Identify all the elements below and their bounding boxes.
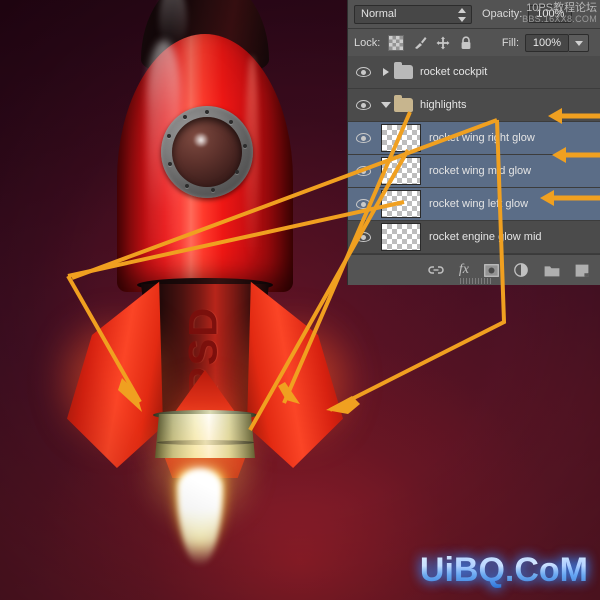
lock-all-icon[interactable]: [459, 36, 473, 50]
blend-mode-spinner-icon[interactable]: [458, 7, 467, 22]
eye-icon: [355, 133, 371, 143]
eye-icon: [355, 232, 371, 242]
layer-thumbnail[interactable]: [381, 157, 421, 185]
lock-label: Lock:: [354, 37, 381, 49]
chevron-down-icon: [381, 102, 391, 108]
layer-name: highlights: [420, 99, 467, 111]
blend-mode-value: Normal: [361, 8, 397, 20]
layer-visibility-toggle[interactable]: [348, 133, 378, 143]
layer-visibility-toggle[interactable]: [348, 100, 378, 110]
layer-row-highlights[interactable]: highlights: [348, 89, 600, 122]
layer-list: rocket cockpit highlights rocket wing ri…: [348, 56, 600, 254]
layer-row-rocket-cockpit[interactable]: rocket cockpit: [348, 56, 600, 89]
fill-input[interactable]: 100%: [525, 34, 569, 52]
new-layer-icon[interactable]: [575, 264, 589, 277]
panel-watermark: 10PS教程论坛 BBS.16XX8.COM: [505, 3, 597, 25]
layer-name: rocket wing left glow: [429, 198, 529, 210]
layer-style-fx-icon[interactable]: fx: [459, 262, 469, 278]
fill-label: Fill:: [501, 37, 519, 49]
new-group-icon[interactable]: [544, 264, 560, 277]
screenshot-root: PSD UiBQ.CoM UiBQ.CoM Normal: [0, 0, 600, 600]
layer-name: rocket wing right glow: [429, 132, 535, 144]
lock-fill-row: Lock: Fill: 100%: [348, 29, 600, 58]
layer-row-rocket-engine-glow-mid[interactable]: rocket engine glow mid: [348, 221, 600, 254]
layer-visibility-toggle[interactable]: [348, 199, 378, 209]
fill-control: 100%: [525, 34, 589, 52]
layer-thumbnail[interactable]: [381, 190, 421, 218]
chevron-right-icon: [383, 68, 389, 76]
lock-image-pixels-icon[interactable]: [413, 36, 427, 50]
layer-visibility-toggle[interactable]: [348, 166, 378, 176]
lock-transparent-pixels-icon[interactable]: [388, 35, 405, 51]
chevron-down-icon: [458, 16, 466, 22]
layer-row-rocket-wing-mid-glow[interactable]: rocket wing mid glow: [348, 155, 600, 188]
layer-row-rocket-wing-left-glow[interactable]: rocket wing left glow: [348, 188, 600, 221]
eye-icon: [355, 199, 371, 209]
eye-icon: [355, 67, 371, 77]
uibq-watermark: UiBQ.CoM: [419, 551, 588, 589]
layer-thumbnail[interactable]: [381, 223, 421, 251]
folder-open-icon: [394, 95, 413, 112]
layer-name: rocket wing mid glow: [429, 165, 532, 177]
layer-name: rocket cockpit: [420, 66, 488, 78]
panel-resize-grip[interactable]: [460, 278, 492, 284]
folder-closed-icon: [394, 62, 413, 79]
add-layer-mask-icon[interactable]: [484, 263, 499, 277]
adjustment-layer-icon[interactable]: [514, 263, 529, 277]
chevron-up-icon: [458, 7, 466, 13]
panel-watermark-line1: 10PS教程论坛: [526, 2, 597, 14]
blend-opacity-row: Normal Opacity: 100% 10PS教程论坛 BBS.16XX8.…: [348, 0, 600, 29]
layer-visibility-toggle[interactable]: [348, 232, 378, 242]
layer-visibility-toggle[interactable]: [348, 67, 378, 77]
lock-position-icon[interactable]: [436, 36, 450, 50]
link-layers-icon[interactable]: [428, 264, 444, 276]
fill-dropdown-arrow-icon[interactable]: [569, 34, 589, 52]
layer-row-rocket-wing-right-glow[interactable]: rocket wing right glow: [348, 122, 600, 155]
blend-mode-select[interactable]: Normal: [354, 4, 472, 24]
eye-icon: [355, 100, 371, 110]
lock-icon-group: [388, 35, 473, 51]
photoshop-layers-panel: Normal Opacity: 100% 10PS教程论坛 BBS.16XX8.…: [347, 0, 600, 285]
eye-icon: [355, 166, 371, 176]
group-disclosure-toggle[interactable]: [378, 102, 394, 108]
layer-thumbnail[interactable]: [381, 124, 421, 152]
panel-watermark-line2: BBS.16XX8.COM: [522, 14, 597, 24]
group-disclosure-toggle[interactable]: [378, 68, 394, 76]
fill-value: 100%: [532, 37, 562, 49]
layer-name: rocket engine glow mid: [429, 231, 542, 243]
